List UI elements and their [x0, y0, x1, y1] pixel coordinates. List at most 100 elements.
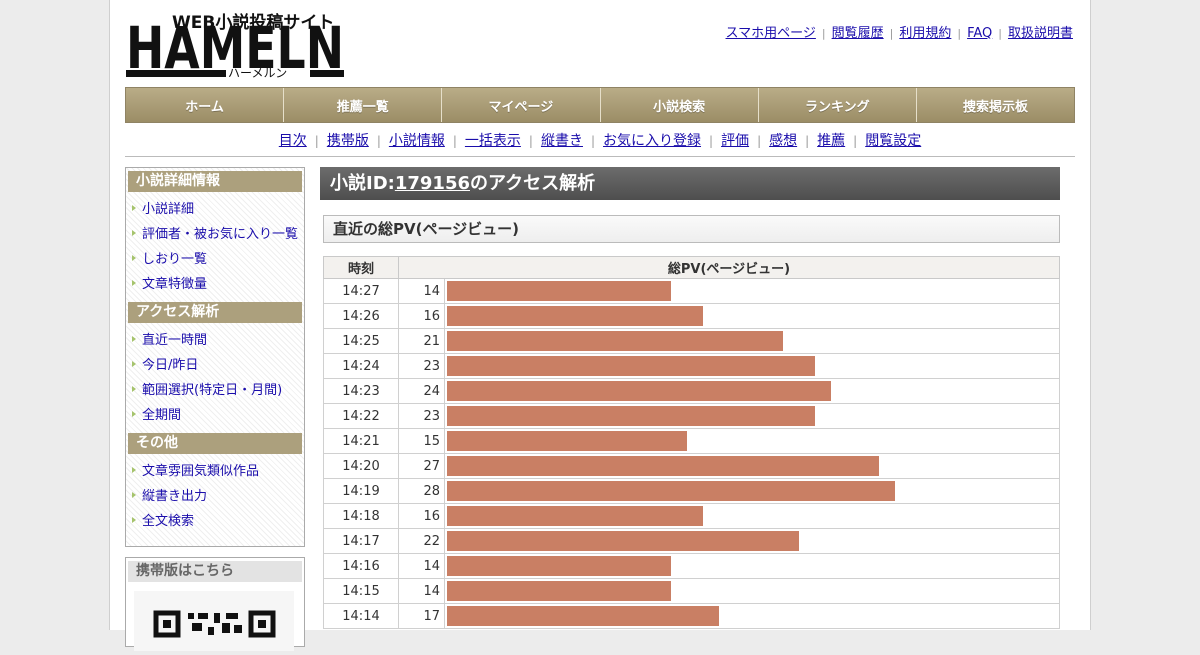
- subnav-all[interactable]: 一括表示: [465, 133, 521, 149]
- subnav-review[interactable]: 感想: [769, 133, 797, 149]
- sidebar-item-text-features[interactable]: 文章特徴量: [126, 270, 304, 295]
- nav-home[interactable]: ホーム: [126, 88, 285, 122]
- novel-id-link[interactable]: 179156: [395, 173, 470, 194]
- link-smartphone[interactable]: スマホ用ページ: [726, 26, 816, 41]
- page: WEB小説投稿サイト HAMELN ハーメルン スマホ用ページ | 閲覧履歴 | 利用規…: [109, 0, 1091, 651]
- pv-value: 16: [398, 303, 445, 329]
- sidebar-item-today-yesterday[interactable]: 今日/昨日: [126, 351, 304, 376]
- bar-cell: [444, 403, 1060, 429]
- table-header-row: 時刻 総PV(ページビュー): [323, 256, 1060, 279]
- time-label: 14:21: [323, 428, 399, 454]
- bar-cell: [444, 478, 1060, 504]
- pv-table: 時刻 総PV(ページビュー) 14:27 14 14:26 16 14:25 21 14:2…: [323, 256, 1060, 629]
- subnav-recommend[interactable]: 推薦: [817, 133, 845, 149]
- nav-recommend[interactable]: 推薦一覧: [284, 88, 443, 122]
- sidebar-item-bookmarks[interactable]: しおり一覧: [126, 245, 304, 270]
- global-nav: ホーム 推薦一覧 マイページ 小説検索 ランキング 捜索掲示板: [125, 87, 1075, 123]
- time-label: 14:27: [323, 278, 399, 304]
- pv-bar: [447, 481, 895, 501]
- sidebar-item-range[interactable]: 範囲選択(特定日・月間): [126, 376, 304, 401]
- arrow-icon: [132, 385, 136, 392]
- pv-bar: [447, 531, 799, 551]
- sidebar-item-last-hour[interactable]: 直近一時間: [126, 326, 304, 351]
- sidebar-item-fulltext-search[interactable]: 全文検索: [126, 507, 304, 532]
- pv-value: 24: [398, 378, 445, 404]
- qr-code[interactable]: [134, 591, 294, 651]
- arrow-icon: [132, 516, 136, 523]
- time-label: 14:18: [323, 503, 399, 529]
- pv-bar: [447, 306, 703, 326]
- time-label: 14:17: [323, 528, 399, 554]
- sidebar-item-all-time[interactable]: 全期間: [126, 401, 304, 426]
- top-links: スマホ用ページ | 閲覧履歴 | 利用規約 | FAQ | 取扱説明書: [725, 26, 1073, 41]
- table-row: 14:23 24: [323, 378, 1060, 404]
- svg-text:ハーメルン: ハーメルン: [228, 66, 287, 80]
- sidebar-item-raters[interactable]: 評価者・被お気に入り一覧: [126, 220, 304, 245]
- bar-cell: [444, 578, 1060, 604]
- table-row: 14:25 21: [323, 328, 1060, 354]
- arrow-icon: [132, 491, 136, 498]
- nav-ranking[interactable]: ランキング: [758, 88, 917, 122]
- arrow-icon: [132, 254, 136, 261]
- sidebar-heading-details: 小説詳細情報: [128, 171, 302, 192]
- pv-bar: [447, 381, 831, 401]
- nav-board[interactable]: 捜索掲示板: [916, 88, 1075, 122]
- table-row: 14:22 23: [323, 403, 1060, 429]
- pv-value: 14: [398, 278, 445, 304]
- bar-cell: [444, 428, 1060, 454]
- pv-value: 16: [398, 503, 445, 529]
- pv-value: 22: [398, 528, 445, 554]
- subnav-info[interactable]: 小説情報: [389, 133, 445, 149]
- time-label: 14:25: [323, 328, 399, 354]
- table-row: 14:15 14: [323, 578, 1060, 604]
- nav-mypage[interactable]: マイページ: [442, 88, 601, 122]
- pv-bar: [447, 506, 703, 526]
- time-label: 14:15: [323, 578, 399, 604]
- time-label: 14:19: [323, 478, 399, 504]
- subnav-mobile[interactable]: 携帯版: [327, 133, 369, 149]
- hameln-logo[interactable]: WEB小説投稿サイト HAMELN ハーメルン: [126, 8, 346, 82]
- sidebar-item-similar[interactable]: 文章雰囲気類似作品: [126, 457, 304, 482]
- pv-bar: [447, 281, 671, 301]
- pv-value: 23: [398, 403, 445, 429]
- nav-search[interactable]: 小説検索: [600, 88, 759, 122]
- table-row: 14:17 22: [323, 528, 1060, 554]
- time-label: 14:14: [323, 603, 399, 629]
- divider: [125, 156, 1075, 157]
- pv-value: 17: [398, 603, 445, 629]
- mobile-qr-box: 携帯版はこちら: [125, 557, 305, 651]
- pv-value: 27: [398, 453, 445, 479]
- table-row: 14:24 23: [323, 353, 1060, 379]
- link-history[interactable]: 閲覧履歴: [832, 26, 884, 41]
- bar-cell: [444, 303, 1060, 329]
- table-row: 14:14 17: [323, 603, 1060, 629]
- sidebar: 小説詳細情報 小説詳細 評価者・被お気に入り一覧 しおり一覧 文章特徴量 アクセ…: [125, 167, 305, 547]
- sidebar-item-novel-detail[interactable]: 小説詳細: [126, 195, 304, 220]
- pv-value: 15: [398, 428, 445, 454]
- pv-value: 14: [398, 553, 445, 579]
- subnav-rate[interactable]: 評価: [721, 133, 749, 149]
- subnav-vertical[interactable]: 縦書き: [541, 133, 583, 149]
- bar-cell: [444, 553, 1060, 579]
- page-title: 小説ID:179156のアクセス解析: [320, 167, 1060, 200]
- arrow-icon: [132, 229, 136, 236]
- link-faq[interactable]: FAQ: [967, 26, 992, 41]
- table-row: 14:19 28: [323, 478, 1060, 504]
- arrow-icon: [132, 335, 136, 342]
- sidebar-item-vertical-output[interactable]: 縦書き出力: [126, 482, 304, 507]
- table-row: 14:26 16: [323, 303, 1060, 329]
- main-content: 小説ID:179156のアクセス解析 直近の総PV(ページビュー) 時刻 総PV…: [320, 167, 1060, 629]
- subnav-settings[interactable]: 閲覧設定: [865, 133, 921, 149]
- time-label: 14:24: [323, 353, 399, 379]
- novel-subnav: 目次 | 携帯版 | 小説情報 | 一括表示 | 縦書き | お気に入り登録 | 評価 | 感想 | 推薦 | 閲覧…: [278, 133, 922, 149]
- bar-cell: [444, 353, 1060, 379]
- link-manual[interactable]: 取扱説明書: [1008, 26, 1073, 41]
- subnav-toc[interactable]: 目次: [279, 133, 307, 149]
- bar-cell: [444, 503, 1060, 529]
- bar-cell: [444, 378, 1060, 404]
- pv-bar: [447, 556, 671, 576]
- link-terms[interactable]: 利用規約: [899, 26, 951, 41]
- pv-value: 28: [398, 478, 445, 504]
- subnav-favorite[interactable]: お気に入り登録: [603, 133, 701, 149]
- table-row: 14:27 14: [323, 278, 1060, 304]
